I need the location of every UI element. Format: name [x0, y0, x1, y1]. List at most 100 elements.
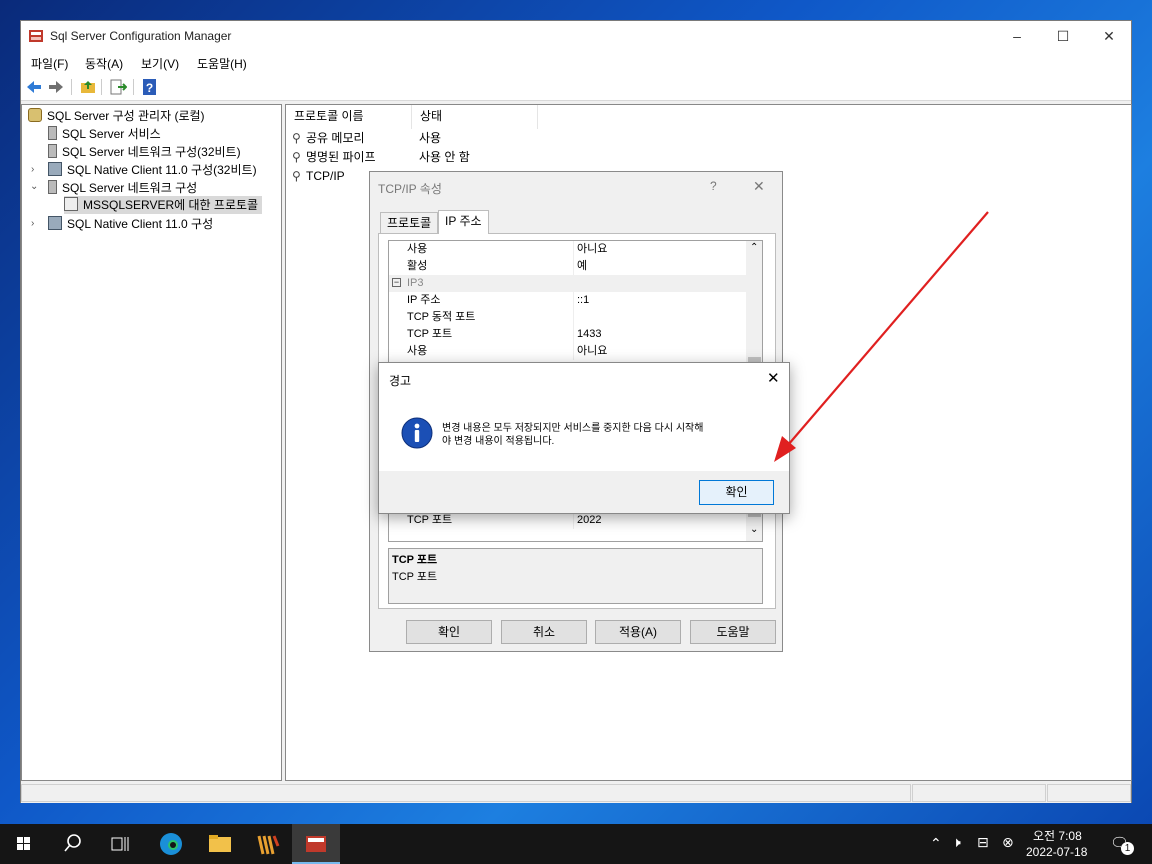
- up-folder-icon[interactable]: [79, 78, 97, 96]
- notification-badge: 1: [1121, 842, 1134, 855]
- grid-row[interactable]: IP 주소::1: [389, 292, 746, 309]
- apply-button[interactable]: 적용(A): [595, 620, 681, 644]
- grid-row[interactable]: TCP 동적 포트: [389, 309, 746, 326]
- title-bar[interactable]: Sql Server Configuration Manager – ☐ ✕: [21, 21, 1131, 51]
- scroll-up-icon[interactable]: ⌃: [750, 242, 758, 253]
- grid-row[interactable]: 사용 아니요: [389, 241, 746, 258]
- status-part: [1047, 784, 1131, 802]
- grid-row-last[interactable]: TCP 포트 2022: [389, 512, 746, 529]
- tree-item-native-client-32[interactable]: SQL Native Client 11.0 구성(32비트): [48, 161, 257, 179]
- taskbar: ⌃ 🕨 ⊟ ⊗ 오전 7:08 2022-07-18 🗨 1: [0, 824, 1152, 864]
- menu-file[interactable]: 파일(F): [31, 55, 68, 72]
- action-center-button[interactable]: 🗨 1: [1110, 834, 1134, 855]
- help-button[interactable]: 도움말: [690, 620, 776, 644]
- edge-button[interactable]: [147, 824, 195, 864]
- cancel-button[interactable]: 취소: [501, 620, 587, 644]
- warning-ok-button[interactable]: 확인: [699, 480, 774, 505]
- warning-title: 경고: [389, 374, 412, 388]
- status-bar: [21, 781, 1131, 803]
- client-computer-icon: [48, 216, 62, 230]
- network-icon: [48, 180, 57, 194]
- grid-section-ip3[interactable]: − IP3: [389, 275, 746, 292]
- expand-chevron-icon[interactable]: ›: [31, 164, 34, 175]
- tree-item-network[interactable]: SQL Server 네트워크 구성: [48, 179, 197, 197]
- toolbox-icon: [306, 836, 326, 852]
- svg-text:?: ?: [146, 81, 153, 95]
- back-arrow-icon[interactable]: [25, 78, 43, 96]
- maximize-button[interactable]: ☐: [1040, 21, 1086, 51]
- toolbar-divider: [71, 79, 72, 95]
- clock-date[interactable]: 2022-07-18: [1026, 845, 1087, 859]
- collapse-box-icon[interactable]: −: [392, 278, 401, 287]
- column-header-name[interactable]: 프로토콜 이름: [286, 105, 412, 129]
- toolbar: ?: [21, 73, 1131, 101]
- network-icon: [48, 144, 57, 158]
- annotation-arrow: [774, 211, 989, 462]
- toolbar-divider: [101, 79, 102, 95]
- window-title: Sql Server Configuration Manager: [50, 29, 232, 43]
- volume-muted-icon[interactable]: 🕨: [952, 834, 961, 851]
- ssms-icon: [257, 835, 280, 855]
- grid-row[interactable]: 사용 아니요: [389, 343, 746, 360]
- folder-icon: [209, 835, 231, 852]
- list-item[interactable]: ⚲ TCP/IP: [292, 167, 345, 186]
- protocol-icon: ⚲: [292, 131, 301, 145]
- help-question-button[interactable]: ?: [710, 179, 717, 193]
- protocol-icon: ⚲: [292, 169, 301, 183]
- status-x-icon[interactable]: ⊗: [1002, 834, 1014, 851]
- status-part: [912, 784, 1046, 802]
- grid-row[interactable]: 활성 예: [389, 258, 746, 275]
- menu-action[interactable]: 동작(A): [85, 55, 123, 72]
- menu-bar: 파일(F) 동작(A) 보기(V) 도움말(H): [21, 51, 1131, 73]
- warning-dialog: 경고 ✕ 변경 내용은 모두 저장되지만 서비스를 중지한 다음 다시 시작해 …: [378, 362, 790, 514]
- task-view-icon: [111, 837, 129, 851]
- app-pinned-button[interactable]: [244, 824, 292, 864]
- file-explorer-button[interactable]: [196, 824, 244, 864]
- list-item-status: 사용 안 함: [419, 150, 470, 164]
- start-button[interactable]: [0, 824, 48, 864]
- tab-protocol[interactable]: 프로토콜: [380, 212, 439, 234]
- warning-button-area: 확인: [379, 471, 789, 513]
- close-button[interactable]: ✕: [1086, 21, 1132, 51]
- export-list-icon[interactable]: [109, 78, 127, 96]
- edge-browser-icon: [160, 833, 182, 855]
- list-item-status: 사용: [419, 131, 442, 145]
- menu-help[interactable]: 도움말(H): [197, 55, 247, 72]
- search-button[interactable]: [48, 824, 96, 864]
- menu-view[interactable]: 보기(V): [141, 55, 179, 72]
- client-computer-icon: [48, 162, 62, 176]
- scroll-down-icon[interactable]: ⌄: [750, 524, 758, 535]
- clock-time[interactable]: 오전 7:08: [1033, 827, 1082, 844]
- expand-chevron-icon[interactable]: ›: [31, 218, 34, 229]
- network-icon[interactable]: ⊟: [977, 834, 989, 851]
- column-header-status[interactable]: 상태: [412, 105, 538, 129]
- config-manager-taskbar-button[interactable]: [292, 824, 340, 864]
- property-description: TCP 포트 TCP 포트: [388, 548, 763, 604]
- help-icon[interactable]: ?: [141, 78, 159, 96]
- tree-item-network-32[interactable]: SQL Server 네트워크 구성(32비트): [48, 143, 241, 161]
- grid-row[interactable]: TCP 포트 1433: [389, 326, 746, 343]
- protocol-icon: [64, 197, 78, 211]
- forward-arrow-icon[interactable]: [47, 78, 65, 96]
- app-icon: [29, 30, 43, 42]
- windows-logo-icon: [17, 837, 30, 850]
- tree-item-sql-services[interactable]: SQL Server 서비스: [48, 125, 161, 143]
- minimize-button[interactable]: –: [994, 21, 1040, 51]
- tree-item-mssqlserver-protocols[interactable]: MSSQLSERVER에 대한 프로토콜: [64, 196, 263, 214]
- tree-item-native-client[interactable]: SQL Native Client 11.0 구성: [48, 215, 213, 233]
- description-text: TCP 포트: [392, 571, 438, 583]
- search-icon: [64, 834, 81, 852]
- tree-pane: SQL Server 구성 관리자 (로컬) SQL Server 서비스 SQ…: [21, 104, 282, 781]
- tree-root[interactable]: SQL Server 구성 관리자 (로컬): [28, 107, 205, 125]
- list-item[interactable]: ⚲ 명명된 파이프: [292, 148, 376, 167]
- tray-chevron-icon[interactable]: ⌃: [930, 835, 942, 852]
- dialog-close-button[interactable]: ✕: [753, 178, 765, 195]
- task-view-button[interactable]: [96, 824, 144, 864]
- ok-button[interactable]: 확인: [406, 620, 492, 644]
- description-title: TCP 포트: [392, 554, 438, 566]
- protocol-icon: ⚲: [292, 150, 301, 164]
- dialog-title: TCP/IP 속성: [378, 182, 442, 196]
- collapse-chevron-icon[interactable]: ⌄: [30, 181, 38, 192]
- list-item[interactable]: ⚲ 공유 메모리: [292, 129, 365, 148]
- tab-ip-address[interactable]: IP 주소: [438, 210, 489, 234]
